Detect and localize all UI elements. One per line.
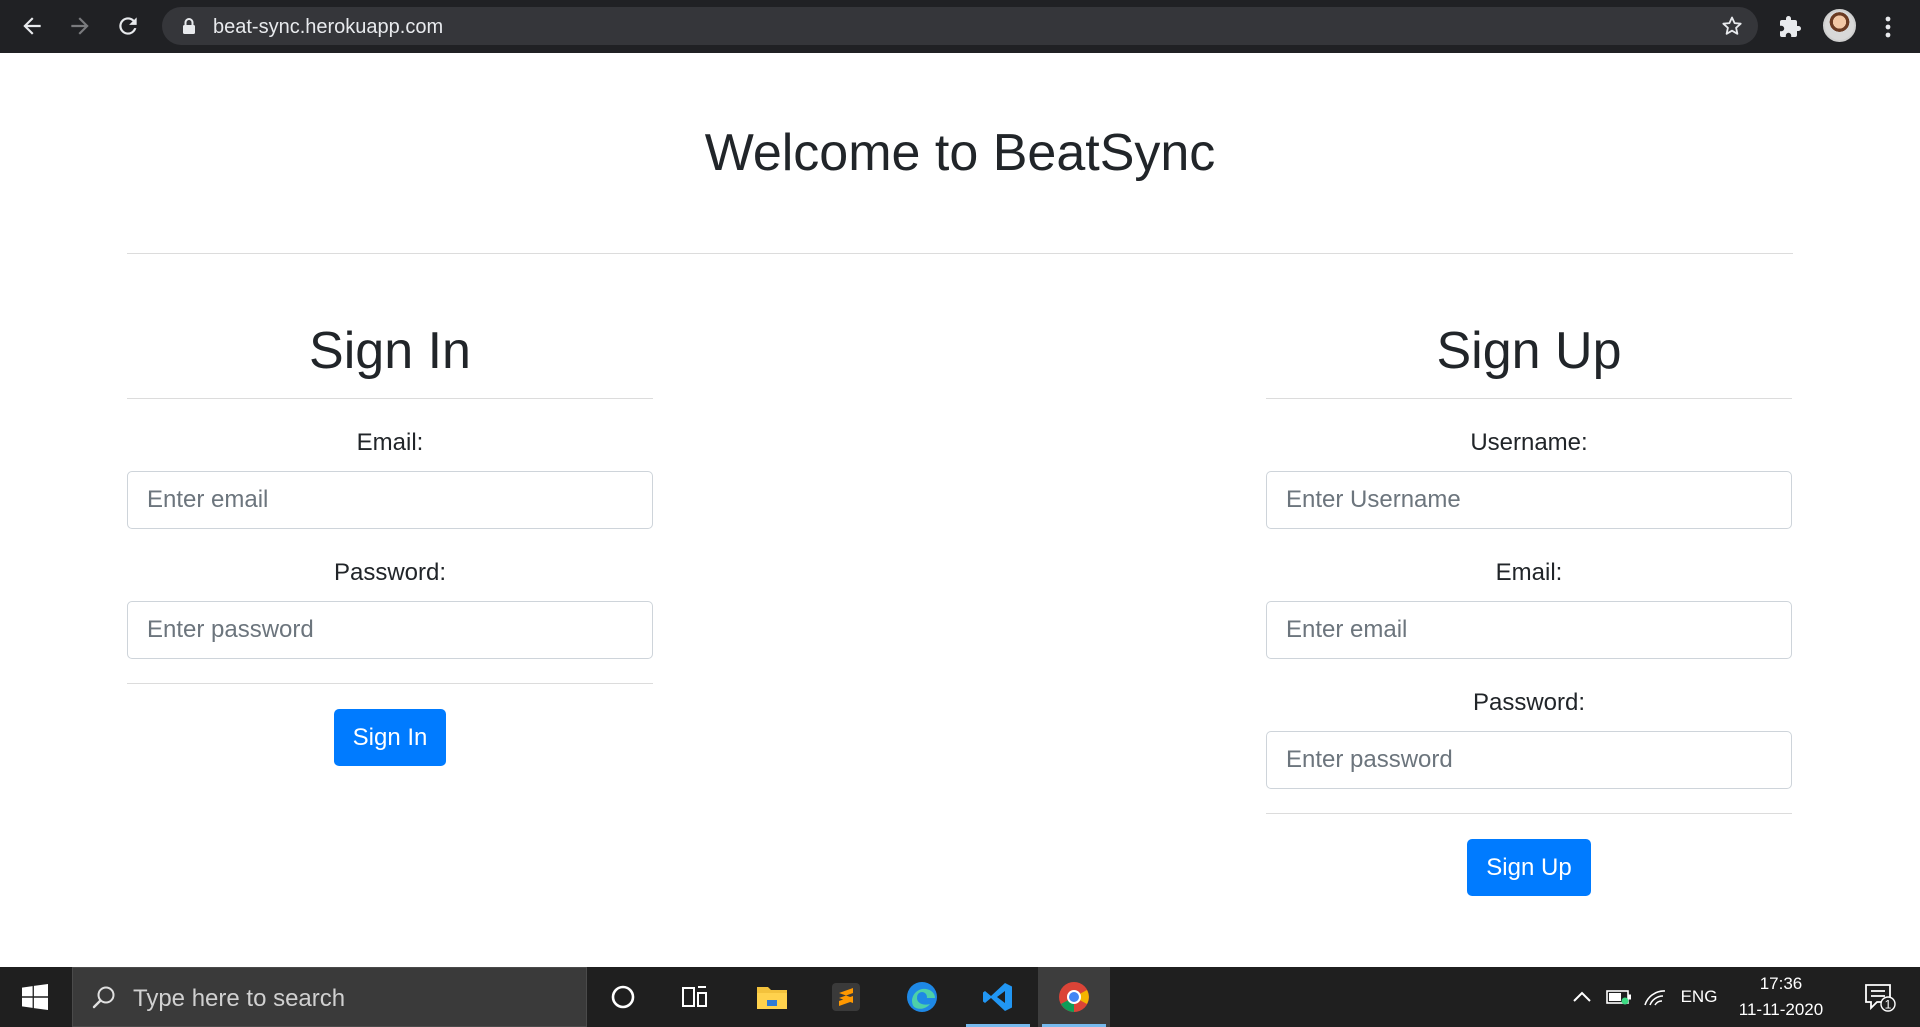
chrome-button[interactable] bbox=[1038, 967, 1110, 1027]
sign-in-button[interactable]: Sign In bbox=[333, 709, 447, 766]
divider bbox=[127, 253, 1793, 254]
show-hidden-icons-button[interactable] bbox=[1570, 967, 1594, 1027]
vscode-button[interactable] bbox=[962, 967, 1034, 1027]
sign-up-email-input[interactable] bbox=[1266, 601, 1792, 659]
file-explorer-button[interactable] bbox=[736, 967, 808, 1027]
sign-up-form: Sign Up Username: Email: Password: Sign … bbox=[1266, 315, 1792, 896]
search-icon bbox=[92, 986, 115, 1009]
sign-in-email-label: Email: bbox=[356, 429, 424, 456]
battery-icon bbox=[1606, 990, 1631, 1005]
task-view-button[interactable] bbox=[659, 967, 731, 1027]
clock-date: 11-11-2020 bbox=[1738, 1000, 1824, 1019]
vscode-icon bbox=[983, 983, 1012, 1011]
divider bbox=[1266, 813, 1792, 814]
reload-button[interactable] bbox=[110, 8, 146, 44]
notification-count: 1 bbox=[1885, 998, 1892, 1012]
sublime-text-button[interactable] bbox=[810, 967, 882, 1027]
sign-up-password-label: Password: bbox=[1472, 689, 1586, 716]
sign-in-form: Sign In Email: Password: Sign In bbox=[127, 315, 653, 766]
browser-toolbar: beat-sync.herokuapp.com bbox=[0, 0, 1920, 53]
sign-up-username-input[interactable] bbox=[1266, 471, 1792, 529]
cortana-icon bbox=[611, 985, 635, 1009]
taskbar-search[interactable]: Type here to search bbox=[72, 967, 587, 1027]
edge-button[interactable] bbox=[886, 967, 958, 1027]
back-button[interactable] bbox=[14, 8, 50, 44]
chrome-icon bbox=[1059, 982, 1089, 1012]
back-arrow-icon bbox=[23, 17, 41, 35]
page-title: Welcome to BeatSync bbox=[704, 124, 1216, 182]
sign-up-email-label: Email: bbox=[1495, 559, 1563, 586]
forward-button[interactable] bbox=[62, 8, 98, 44]
sublime-text-icon bbox=[832, 983, 860, 1011]
action-center-button[interactable]: 1 bbox=[1850, 967, 1910, 1027]
search-placeholder: Type here to search bbox=[133, 985, 346, 1012]
lock-icon bbox=[183, 18, 195, 34]
divider bbox=[1266, 398, 1792, 399]
sign-in-email-input[interactable] bbox=[127, 471, 653, 529]
edge-icon bbox=[907, 982, 937, 1012]
address-bar[interactable]: beat-sync.herokuapp.com bbox=[162, 7, 1758, 45]
clock[interactable]: 17:36 11-11-2020 bbox=[1728, 967, 1834, 1027]
notification-icon: 1 bbox=[1865, 984, 1896, 1012]
browser-menu-button[interactable] bbox=[1870, 9, 1906, 45]
sign-up-username-label: Username: bbox=[1470, 429, 1588, 456]
cortana-button[interactable] bbox=[587, 967, 659, 1027]
wifi-icon bbox=[1644, 990, 1666, 1006]
bookmark-star-icon[interactable] bbox=[1720, 14, 1744, 38]
sign-up-password-input[interactable] bbox=[1266, 731, 1792, 789]
language-indicator[interactable]: ENG bbox=[1674, 967, 1724, 1027]
forward-arrow-icon bbox=[71, 17, 89, 35]
taskbar: Type here to search ENG 17:36 11-11-2020… bbox=[0, 967, 1920, 1027]
puzzle-piece-icon bbox=[1780, 16, 1801, 37]
windows-logo-icon bbox=[22, 984, 48, 1010]
extensions-button[interactable] bbox=[1772, 9, 1808, 45]
sign-up-button[interactable]: Sign Up bbox=[1467, 839, 1591, 896]
more-vertical-icon bbox=[1885, 16, 1891, 38]
divider bbox=[127, 398, 653, 399]
file-explorer-icon bbox=[757, 987, 787, 1009]
sign-up-heading: Sign Up bbox=[1436, 322, 1622, 380]
sign-in-password-label: Password: bbox=[333, 559, 447, 586]
network-button[interactable] bbox=[1640, 967, 1670, 1027]
clock-time: 17:36 bbox=[1759, 974, 1803, 993]
start-button[interactable] bbox=[0, 967, 70, 1027]
sign-in-heading: Sign In bbox=[309, 322, 471, 380]
divider bbox=[127, 683, 653, 684]
url-text: beat-sync.herokuapp.com bbox=[213, 16, 444, 38]
task-view-icon bbox=[682, 986, 707, 1007]
profile-avatar[interactable] bbox=[1823, 9, 1856, 42]
battery-button[interactable] bbox=[1604, 967, 1634, 1027]
chevron-up-icon bbox=[1573, 991, 1591, 1002]
sign-in-password-input[interactable] bbox=[127, 601, 653, 659]
reload-icon bbox=[119, 17, 137, 35]
page-content: Welcome to BeatSync Sign In Email: Passw… bbox=[0, 53, 1920, 967]
